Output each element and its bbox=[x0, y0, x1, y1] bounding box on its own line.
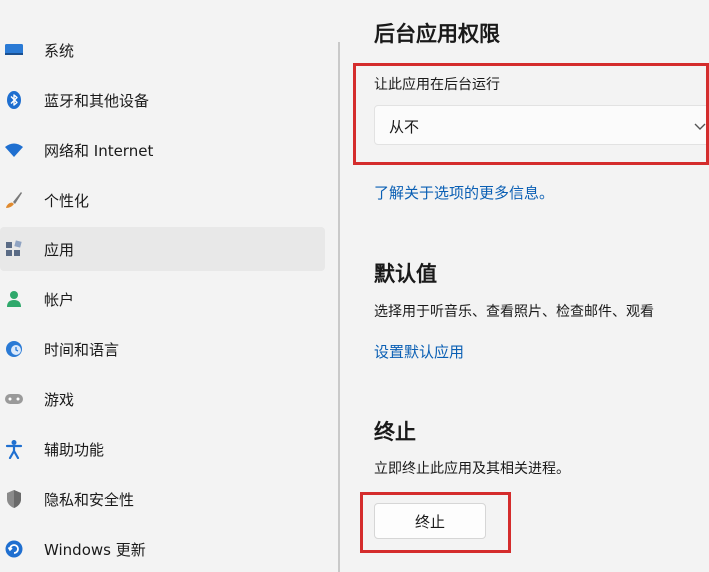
sidebar-item-windows-update[interactable]: Windows 更新 bbox=[0, 527, 325, 571]
sidebar-item-label: 时间和语言 bbox=[44, 340, 120, 359]
sidebar-divider bbox=[338, 42, 340, 572]
sidebar-item-label: 网络和 Internet bbox=[44, 141, 154, 160]
sidebar-item-label: 应用 bbox=[44, 240, 75, 259]
apps-icon bbox=[4, 239, 24, 259]
brush-icon bbox=[4, 190, 24, 210]
set-default-apps-link[interactable]: 设置默认应用 bbox=[374, 341, 464, 362]
globe-clock-icon bbox=[4, 339, 24, 359]
sidebar-item-label: 个性化 bbox=[44, 191, 90, 210]
sidebar-item-privacy[interactable]: 隐私和安全性 bbox=[0, 477, 325, 521]
accessibility-icon bbox=[4, 439, 24, 459]
sidebar-item-time-language[interactable]: 时间和语言 bbox=[0, 327, 325, 371]
shield-icon bbox=[4, 489, 24, 509]
sidebar-item-label: 辅助功能 bbox=[44, 440, 105, 459]
wifi-icon bbox=[4, 140, 24, 160]
learn-more-link[interactable]: 了解关于选项的更多信息。 bbox=[374, 182, 554, 203]
chevron-down-icon bbox=[693, 118, 707, 137]
sidebar-item-apps[interactable]: 应用 bbox=[0, 227, 325, 271]
sidebar-item-gaming[interactable]: 游戏 bbox=[0, 377, 325, 421]
dropdown-selected-value: 从不 bbox=[389, 118, 420, 136]
background-run-label: 让此应用在后台运行 bbox=[374, 77, 500, 93]
bluetooth-icon bbox=[4, 90, 24, 110]
person-icon bbox=[4, 289, 24, 309]
sidebar-item-label: 系统 bbox=[44, 41, 75, 60]
sidebar-item-network[interactable]: 网络和 Internet bbox=[0, 128, 325, 172]
sidebar-item-system[interactable]: 系统 bbox=[0, 28, 325, 72]
background-permissions-title: 后台应用权限 bbox=[374, 22, 500, 46]
sidebar-item-label: 帐户 bbox=[44, 290, 75, 309]
sidebar: 系统 蓝牙和其他设备 网络和 Internet 个性化 应用 帐户 时间和语言 … bbox=[0, 0, 330, 569]
defaults-description: 选择用于听音乐、查看照片、检查邮件、观看 bbox=[374, 304, 654, 320]
terminate-title: 终止 bbox=[374, 420, 416, 444]
sidebar-item-bluetooth[interactable]: 蓝牙和其他设备 bbox=[0, 78, 325, 122]
sidebar-item-label: Windows 更新 bbox=[44, 540, 146, 559]
update-icon bbox=[4, 539, 24, 559]
terminate-description: 立即终止此应用及其相关进程。 bbox=[374, 461, 570, 477]
sidebar-item-accounts[interactable]: 帐户 bbox=[0, 277, 325, 321]
sidebar-item-accessibility[interactable]: 辅助功能 bbox=[0, 427, 325, 471]
sidebar-item-label: 游戏 bbox=[44, 390, 75, 409]
display-icon bbox=[4, 40, 24, 60]
gamepad-icon bbox=[4, 389, 24, 409]
main-content: 后台应用权限 让此应用在后台运行 从不 了解关于选项的更多信息。 默认值 选择用… bbox=[341, 0, 709, 569]
background-run-dropdown[interactable]: 从不 bbox=[374, 105, 709, 145]
sidebar-item-label: 蓝牙和其他设备 bbox=[44, 91, 150, 110]
terminate-button[interactable]: 终止 bbox=[374, 503, 486, 539]
sidebar-item-personalization[interactable]: 个性化 bbox=[0, 178, 325, 222]
sidebar-item-label: 隐私和安全性 bbox=[44, 490, 135, 509]
defaults-title: 默认值 bbox=[374, 262, 437, 286]
